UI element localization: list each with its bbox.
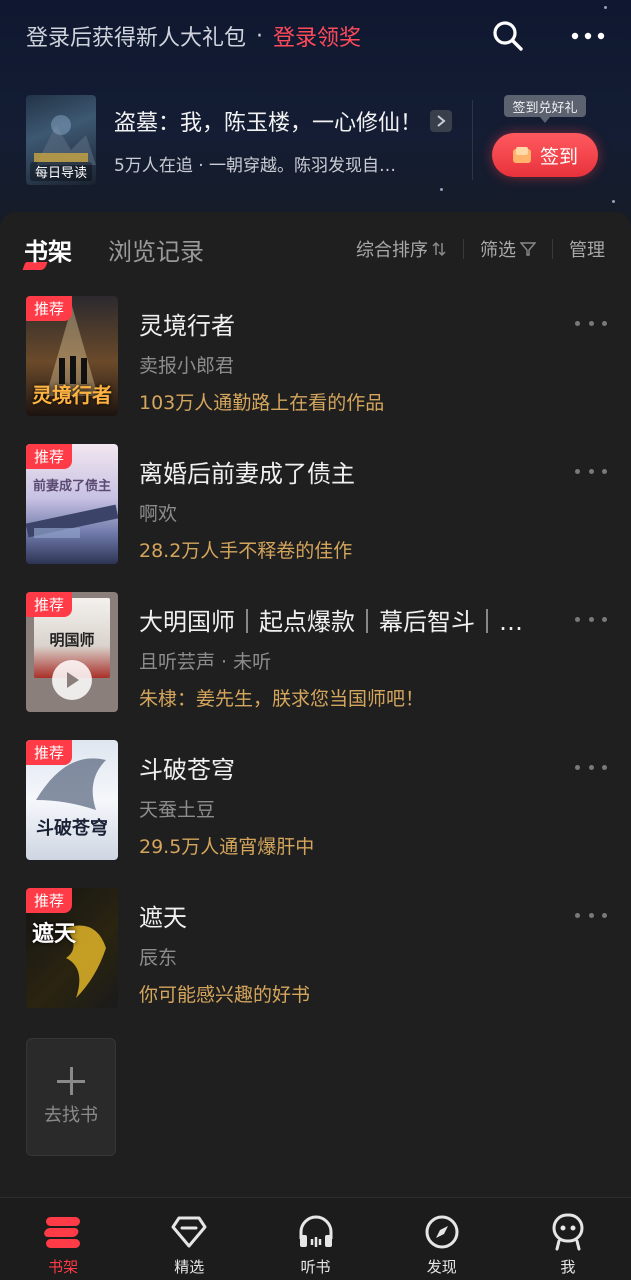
red-envelope-icon [512, 147, 531, 163]
header-area: 登录后获得新人大礼包 · 登录领奖 每日导读 盗墓：我，陈玉楼，一心修仙！ 5万… [0, 0, 631, 230]
book-cover[interactable]: 推荐 灵境行者 [26, 296, 118, 416]
more-options-icon[interactable] [575, 760, 607, 774]
book-item[interactable]: 推荐 遮天 遮天 辰东 你可能感兴趣的好书 [26, 888, 611, 1036]
checkin-label: 签到 [539, 145, 578, 168]
nav-me[interactable]: 我 [505, 1198, 631, 1280]
more-options-icon[interactable] [575, 908, 607, 922]
sort-icon [432, 241, 446, 257]
play-icon[interactable] [52, 660, 92, 700]
profile-icon [548, 1212, 588, 1252]
recommend-badge: 推荐 [26, 444, 72, 469]
book-highlight: 28.2万人手不释卷的佳作 [139, 540, 353, 562]
cover-text: 遮天 [32, 922, 77, 947]
book-author: 卖报小郎君 [139, 355, 235, 377]
find-book-label: 去找书 [44, 1105, 98, 1126]
compass-icon [422, 1212, 462, 1252]
top-bar: 登录后获得新人大礼包 · 登录领奖 [26, 20, 605, 52]
recommend-title[interactable]: 盗墓：我，陈玉楼，一心修仙！ [114, 105, 422, 137]
book-item[interactable]: 推荐 灵境行者 灵境行者 卖报小郎君 103万人通勤路上在看的作品 [26, 296, 611, 444]
manage-label: 管理 [569, 240, 605, 261]
filter-button[interactable]: 筛选 [480, 236, 536, 262]
find-book-button[interactable]: 去找书 [26, 1038, 116, 1156]
book-item[interactable]: 推荐 前妻成了债主 离婚后前妻成了债主 啊欢 28.2万人手不释卷的佳作 [26, 444, 611, 592]
book-title[interactable]: 遮天 [139, 898, 549, 933]
more-options-icon[interactable] [575, 464, 607, 478]
tabs-row: 书架 浏览记录 综合排序 筛选 管理 [0, 232, 631, 270]
cover-text: 明国师 [49, 631, 95, 649]
star-decoration [604, 6, 607, 9]
separator-dot: · [256, 23, 264, 49]
nav-label: 我 [560, 1258, 576, 1276]
divider [472, 100, 473, 180]
more-options-icon[interactable] [571, 19, 605, 53]
book-author: 天蚕土豆 [139, 799, 216, 821]
tab-history[interactable]: 浏览记录 [108, 232, 204, 267]
book-list: 推荐 灵境行者 灵境行者 卖报小郎君 103万人通勤路上在看的作品 推荐 前妻成… [26, 296, 611, 1036]
filter-icon [520, 242, 536, 256]
book-author: 啊欢 [139, 503, 178, 525]
search-icon[interactable] [491, 19, 525, 53]
more-options-icon[interactable] [575, 612, 607, 626]
cover-text: 灵境行者 [32, 383, 112, 407]
book-item[interactable]: 推荐 明国师 大明国师｜起点爆款｜幕后智斗｜… 且听芸声 · 未听 朱棣：姜先生… [26, 592, 611, 740]
checkin-button[interactable]: 签到 [492, 133, 598, 177]
book-title[interactable]: 灵境行者 [139, 306, 549, 341]
chevron-right-icon[interactable] [430, 109, 453, 132]
book-title[interactable]: 斗破苍穹 [139, 750, 549, 785]
book-cover[interactable]: 推荐 前妻成了债主 [26, 444, 118, 564]
star-decoration [612, 200, 615, 203]
tool-separator [463, 239, 464, 259]
book-cover[interactable]: 推荐 斗破苍穹 [26, 740, 118, 860]
checkin-area: 签到兑好礼 签到 [492, 95, 600, 185]
nav-discover[interactable]: 发现 [379, 1198, 505, 1280]
tooltip-tail [540, 117, 550, 123]
plus-icon [57, 1067, 85, 1095]
manage-button[interactable]: 管理 [569, 236, 605, 262]
login-reward-link[interactable]: 登录领奖 [273, 20, 361, 52]
star-decoration [440, 188, 443, 191]
book-title[interactable]: 大明国师｜起点爆款｜幕后智斗｜… [139, 602, 549, 637]
bookshelf-tools: 综合排序 筛选 管理 [356, 236, 605, 262]
nav-label: 书架 [48, 1258, 79, 1276]
sort-label: 综合排序 [356, 240, 428, 261]
daily-guide-label: 每日导读 [30, 162, 92, 181]
cover-text: 斗破苍穹 [36, 818, 108, 839]
filter-label: 筛选 [480, 240, 516, 261]
recommend-description: 5万人在追 · 一朝穿越。陈羽发现自… [114, 155, 397, 176]
book-item[interactable]: 推荐 斗破苍穹 斗破苍穹 天蚕土豆 29.5万人通宵爆肝中 [26, 740, 611, 888]
book-cover[interactable]: 推荐 遮天 [26, 888, 118, 1008]
book-highlight: 103万人通勤路上在看的作品 [139, 392, 385, 414]
book-cover[interactable]: 推荐 明国师 [26, 592, 118, 712]
diamond-icon [169, 1212, 209, 1252]
nav-bookshelf[interactable]: 书架 [0, 1198, 126, 1280]
bookshelf-icon [43, 1212, 83, 1252]
headphones-icon [296, 1212, 336, 1252]
login-promo-text: 登录后获得新人大礼包 [26, 26, 247, 51]
book-highlight: 29.5万人通宵爆肝中 [139, 836, 315, 858]
recommend-badge: 推荐 [26, 296, 72, 321]
nav-featured[interactable]: 精选 [126, 1198, 252, 1280]
tab-bookshelf[interactable]: 书架 [24, 232, 72, 267]
nav-label: 发现 [426, 1258, 457, 1276]
recommend-badge: 推荐 [26, 888, 72, 913]
bottom-navigation: 书架 精选 听书 发现 我 [0, 1197, 631, 1280]
bookshelf-panel: 书架 浏览记录 综合排序 筛选 管理 推荐 灵境行者 灵境行者 卖报小郎君 10… [0, 212, 631, 1197]
more-options-icon[interactable] [575, 316, 607, 330]
nav-audiobooks[interactable]: 听书 [252, 1198, 378, 1280]
recommend-badge: 推荐 [26, 592, 72, 617]
recommend-book-cover[interactable]: 每日导读 [26, 95, 96, 185]
checkin-tooltip: 签到兑好礼 [504, 95, 586, 117]
sort-button[interactable]: 综合排序 [356, 236, 447, 262]
nav-label: 听书 [300, 1258, 331, 1276]
book-title[interactable]: 离婚后前妻成了债主 [139, 454, 549, 489]
tool-separator [552, 239, 553, 259]
recommend-badge: 推荐 [26, 740, 72, 765]
book-highlight: 你可能感兴趣的好书 [139, 984, 311, 1006]
book-highlight: 朱棣：姜先生，朕求您当国师吧！ [139, 688, 425, 710]
daily-recommend-card[interactable]: 每日导读 盗墓：我，陈玉楼，一心修仙！ 5万人在追 · 一朝穿越。陈羽发现自… [26, 95, 466, 185]
book-author: 辰东 [139, 947, 178, 969]
book-author: 且听芸声 · 未听 [139, 651, 272, 673]
nav-label: 精选 [174, 1258, 205, 1276]
cover-text: 前妻成了债主 [32, 479, 111, 494]
